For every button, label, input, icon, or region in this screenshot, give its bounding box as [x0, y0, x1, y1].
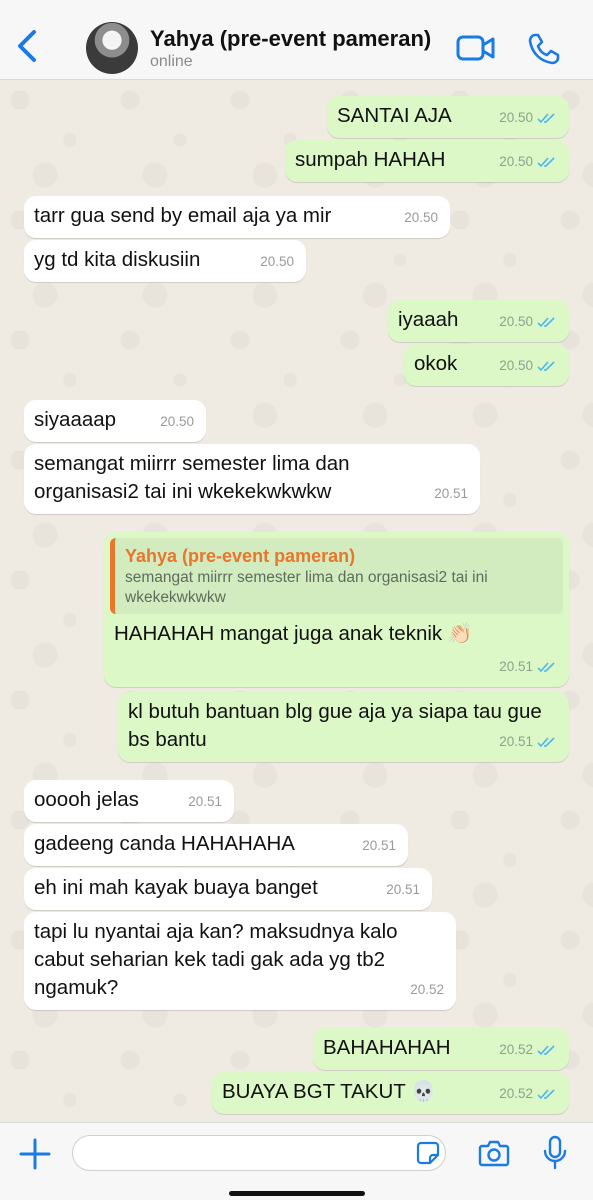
message-meta: 20.51: [386, 876, 420, 904]
chat-header: Yahya (pre-event pameran) online: [0, 0, 593, 80]
message-text: HAHAHAH mangat juga anak teknik 👏🏻: [110, 620, 563, 648]
message-time: 20.51: [434, 486, 468, 501]
message-meta: 20.52: [499, 1080, 557, 1108]
message-text: kl butuh bantuan blg gue aja ya siapa ta…: [128, 700, 542, 751]
message-meta: 20.51: [499, 653, 557, 681]
skull-emoji: 💀: [411, 1081, 437, 1103]
outgoing-message[interactable]: BUAYA BGT TAKUT 💀 20.52: [212, 1072, 569, 1114]
incoming-message[interactable]: semangat miirrr semester lima dan organi…: [24, 444, 480, 514]
message-time: 20.52: [410, 982, 444, 997]
message-time: 20.51: [499, 659, 533, 674]
message-time: 20.50: [260, 254, 294, 269]
phone-icon[interactable]: [527, 32, 561, 66]
incoming-message[interactable]: ooooh jelas 20.51: [24, 780, 234, 822]
message-text: gadeeng canda HAHAHAHA: [34, 832, 295, 855]
message-meta: 20.50: [499, 148, 557, 176]
message-text: tarr gua send by email aja ya mir: [34, 204, 332, 227]
message-meta: 20.52: [499, 1036, 557, 1064]
chevron-left-icon[interactable]: [14, 28, 42, 64]
chat-area[interactable]: SANTAI AJA 20.50 sumpah HAHAH 20.50 tarr…: [0, 80, 593, 1122]
read-ticks-icon: [537, 361, 555, 372]
outgoing-message[interactable]: BAHAHAHAH 20.52: [313, 1028, 569, 1070]
message-text-body: BUAYA BGT TAKUT: [222, 1080, 406, 1103]
incoming-message[interactable]: siyaaaap 20.50: [24, 400, 206, 442]
message-text: yg td kita diskusiin: [34, 248, 201, 271]
read-ticks-icon: [537, 1089, 555, 1100]
message-meta: 20.50: [499, 308, 557, 336]
message-meta: 20.50: [499, 104, 557, 132]
read-ticks-icon: [537, 737, 555, 748]
message-meta: 20.51: [362, 832, 396, 860]
read-ticks-icon: [537, 662, 555, 673]
message-input[interactable]: [72, 1135, 446, 1171]
contact-name[interactable]: Yahya (pre-event pameran): [150, 26, 431, 52]
message-meta: 20.52: [410, 976, 444, 1004]
quote-text: semangat miirrr semester lima dan organi…: [125, 569, 488, 606]
incoming-message[interactable]: yg td kita diskusiin 20.50: [24, 240, 306, 282]
home-indicator: [229, 1191, 365, 1196]
outgoing-message[interactable]: iyaaah 20.50: [388, 300, 569, 342]
plus-icon[interactable]: [18, 1137, 52, 1171]
message-meta: 20.51: [499, 728, 557, 756]
read-ticks-icon: [537, 317, 555, 328]
read-ticks-icon: [537, 113, 555, 124]
incoming-message[interactable]: tarr gua send by email aja ya mir 20.50: [24, 196, 450, 238]
outgoing-message[interactable]: kl butuh bantuan blg gue aja ya siapa ta…: [118, 692, 569, 762]
message-time: 20.50: [404, 210, 438, 225]
message-meta: 20.50: [260, 248, 294, 276]
message-meta: 20.50: [499, 352, 557, 380]
message-time: 20.51: [499, 734, 533, 749]
message-time: 20.50: [499, 110, 533, 125]
video-camera-icon[interactable]: [456, 34, 496, 62]
message-meta: 20.51: [434, 480, 468, 508]
message-time: 20.52: [499, 1042, 533, 1057]
message-time: 20.50: [499, 358, 533, 373]
outgoing-message[interactable]: okok 20.50: [404, 344, 569, 386]
message-time: 20.52: [499, 1086, 533, 1101]
message-time: 20.50: [160, 414, 194, 429]
message-text: eh ini mah kayak buaya banget: [34, 876, 318, 899]
message-meta: 20.51: [188, 788, 222, 816]
incoming-message[interactable]: gadeeng canda HAHAHAHA 20.51: [24, 824, 408, 866]
contact-status: online: [150, 53, 193, 70]
message-text: tapi lu nyantai aja kan? maksudnya kalo …: [34, 920, 398, 999]
microphone-icon[interactable]: [543, 1135, 567, 1171]
clapping-hands-emoji: 👏🏻: [447, 623, 473, 645]
quote-author: Yahya (pre-event pameran): [125, 546, 356, 566]
incoming-message[interactable]: tapi lu nyantai aja kan? maksudnya kalo …: [24, 912, 456, 1010]
quoted-message[interactable]: Yahya (pre-event pameran) semangat miirr…: [110, 538, 563, 614]
message-text: semangat miirrr semester lima dan organi…: [34, 452, 350, 503]
avatar[interactable]: [86, 22, 138, 74]
message-time: 20.51: [386, 882, 420, 897]
message-time: 20.51: [362, 838, 396, 853]
message-meta: 20.50: [404, 204, 438, 232]
sticker-icon[interactable]: [416, 1141, 440, 1165]
message-time: 20.50: [499, 314, 533, 329]
outgoing-message[interactable]: SANTAI AJA 20.50: [327, 96, 569, 138]
outgoing-message[interactable]: sumpah HAHAH 20.50: [285, 140, 569, 182]
composer-bar: [0, 1122, 593, 1200]
read-ticks-icon: [537, 157, 555, 168]
incoming-message[interactable]: eh ini mah kayak buaya banget 20.51: [24, 868, 432, 910]
read-ticks-icon: [537, 1045, 555, 1056]
message-time: 20.50: [499, 154, 533, 169]
message-time: 20.51: [188, 794, 222, 809]
message-text-body: HAHAHAH mangat juga anak teknik: [114, 622, 443, 645]
message-meta: 20.50: [160, 408, 194, 436]
camera-icon[interactable]: [478, 1139, 510, 1167]
reply-message[interactable]: Yahya (pre-event pameran) semangat miirr…: [104, 532, 569, 687]
